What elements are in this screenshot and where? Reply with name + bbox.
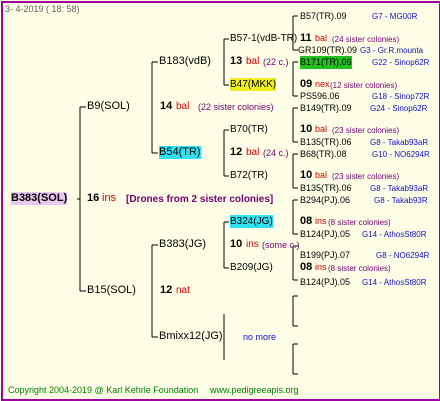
gen4-queen-label[interactable]: B57-1(vdB-TR): [230, 32, 297, 45]
root-drones-note: [Drones from 2 sister colonies]: [126, 194, 274, 205]
gen3-sister-note: (some c.): [262, 240, 300, 250]
gen5-origin-info: G14 - AthosSt80R: [362, 230, 427, 239]
gen3-queen-label[interactable]: B383(JG): [159, 238, 206, 251]
gen2-queen-number: 14: [160, 100, 173, 112]
gen5-origin-info: G14 - AthosSt80R: [362, 278, 427, 287]
gen4-queen-note: ins: [315, 262, 327, 272]
gen4-queen-label[interactable]: B209(JG): [230, 261, 273, 274]
gen2-queen-label[interactable]: B15(SOL): [87, 284, 136, 297]
gen5-queen-label[interactable]: B199(PJ).07: [300, 249, 350, 262]
gen3-queen-label[interactable]: B54(TR): [159, 146, 201, 159]
gen5-queen-label[interactable]: B149(TR).09: [300, 102, 352, 115]
gen3-no-more-note: no more: [243, 332, 277, 342]
root-queen-number: 16: [87, 192, 100, 204]
gen4-sister-note: (8 sister colonies): [328, 264, 391, 273]
gen2-queen-number: 12: [160, 284, 173, 296]
gen4-queen-note: bal: [315, 124, 328, 134]
header-date: 3- 4-2019 ( 18: 58): [5, 4, 80, 14]
root-queen-label[interactable]: B383(SOL): [11, 192, 68, 205]
gen4-queen-label[interactable]: B324(JG): [230, 215, 273, 228]
gen5-queen-label[interactable]: B294(PJ).06: [300, 194, 350, 207]
gen3-queen-label[interactable]: Bmixx12(JG): [159, 330, 223, 343]
gen5-queen-label[interactable]: B124(PJ).05: [300, 276, 350, 289]
gen4-queen-number: 10: [300, 123, 313, 135]
gen4-queen-number: 08: [300, 261, 313, 273]
gen4-queen-label[interactable]: B47(MKK): [230, 78, 277, 91]
gen5-origin-info: G7 - MG00R: [372, 12, 418, 21]
gen4-queen-note: bal: [315, 170, 328, 180]
footer-site-link[interactable]: www.pedigreeapis.org: [210, 385, 299, 396]
gen3-sister-note: (24 c.): [263, 148, 289, 158]
gen5-queen-label[interactable]: B124(PJ).05: [300, 228, 350, 241]
root-queen-note: ins: [102, 192, 117, 204]
gen2-queen-note: nat: [176, 285, 190, 296]
gen4-queen-number: 08: [300, 215, 313, 227]
gen2-queen-note: bal: [176, 101, 190, 112]
gen4-queen-note: ins: [315, 216, 327, 226]
gen3-queen-number: 10: [230, 238, 243, 250]
gen5-queen-label[interactable]: B171(TR).06: [300, 56, 352, 69]
gen3-queen-number: 13: [230, 55, 243, 67]
gen5-origin-info: G8 - NO6294R: [376, 251, 430, 260]
gen5-origin-info: G22 - Sinop62R: [372, 58, 430, 67]
gen4-queen-number: 10: [300, 169, 313, 181]
gen3-queen-note: ins: [246, 239, 259, 250]
gen5-origin-info: G10 - NO6294R: [372, 150, 430, 159]
gen2-sister-note: (22 sister colonies): [198, 102, 274, 112]
footer-copyright: Copyright 2004-2019 @ Karl Kehrle Founda…: [8, 385, 199, 395]
gen2-queen-label[interactable]: B9(SOL): [87, 100, 130, 113]
gen4-queen-label[interactable]: B72(TR): [230, 169, 268, 182]
gen5-origin-info: G24 - Sinop62R: [370, 104, 428, 113]
gen3-queen-number: 12: [230, 146, 243, 158]
gen5-queen-label[interactable]: B57(TR).09: [300, 10, 347, 23]
gen3-sister-note: (22 c.): [263, 57, 289, 67]
gen5-origin-info: G8 - Takab93R: [374, 196, 428, 205]
gen4-queen-label[interactable]: B70(TR): [230, 123, 268, 136]
gen3-queen-label[interactable]: B183(vdB): [159, 55, 211, 68]
gen3-queen-note: bal: [246, 56, 260, 67]
gen3-queen-note: bal: [246, 147, 260, 158]
gen5-queen-label[interactable]: B68(TR).08: [300, 148, 347, 161]
